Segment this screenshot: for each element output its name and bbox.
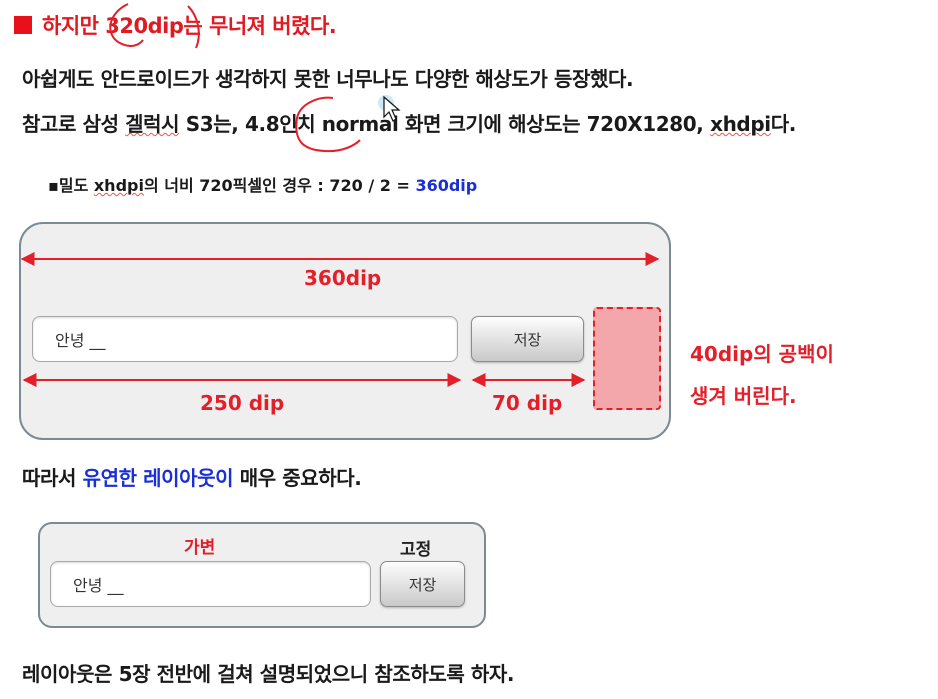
paragraph-line-4: 레이아웃은 5장 전반에 걸쳐 설명되었으니 참조하도록 하자. [22,662,515,686]
button-70dip-label: 70 dip [492,391,563,415]
greeting-input-wide[interactable]: 안녕 __ [32,316,458,362]
gap-note-line-2: 생겨 버린다. [690,384,797,408]
empty-40dip-gap [593,307,661,410]
gap-note: 40dip의 공백이 생겨 버린다. [690,333,834,417]
fixed-label: 고정 [400,540,432,560]
paragraph-line-3: 따라서 유연한 레이아웃이 매우 중요하다. [22,462,362,491]
line3-suffix: 매우 중요하다. [233,466,362,490]
line2-suffix: 다. [770,112,797,136]
line3-highlight: 유연한 레이아웃이 [82,466,234,490]
heading-row: 하지만 320dip는 무너져 버렸다. [14,8,337,42]
variable-label: 가변 [184,538,216,558]
page-title: 하지만 320dip는 무너져 버렸다. [42,14,337,38]
gap-note-line-1: 40dip의 공백이 [690,342,834,366]
paragraph-line-2: 참고로 삼성 겔럭시 S3는, 4.8인치 normal 화면 크기에 해상도는… [22,108,796,137]
save-button[interactable]: 저장 [471,316,584,362]
line2-middle: S3는, 4.8인치 normal 화면 크기에 해상도는 720X1280, [179,112,711,136]
bullet-xhdpi: xhdpi [93,176,144,195]
density-bullet: ▪밀도 xhdpi의 너비 720픽셀인 경우 : 720 / 2 = 360d… [48,172,477,196]
save-button-label: 저장 [513,330,542,349]
bullet-prefix: ▪밀도 [48,176,94,195]
greeting-input-value: 안녕 __ [55,331,106,350]
input-250dip-label: 250 dip [200,391,285,415]
greeting-input-flexible[interactable]: 안녕 __ [50,561,371,607]
greeting-input-flexible-value: 안녕 __ [73,576,124,595]
red-square-bullet-icon [14,16,32,34]
save-button-fixed[interactable]: 저장 [380,561,465,607]
line2-xhdpi: xhdpi [710,112,771,136]
paragraph-line-1: 아쉽게도 안드로이드가 생각하지 못한 너무나도 다양한 해상도가 등장했다. [22,67,634,91]
bullet-middle: 의 너비 720픽셀인 경우 : 720 / 2 = [143,176,416,195]
line2-galaxy: 겔럭시 [125,112,180,136]
line3-prefix: 따라서 [22,466,83,490]
line2-prefix: 참고로 삼성 [22,112,126,136]
bullet-result: 360dip [415,176,478,195]
save-button-fixed-label: 저장 [408,575,437,594]
width-360dip-label: 360dip [304,266,382,290]
